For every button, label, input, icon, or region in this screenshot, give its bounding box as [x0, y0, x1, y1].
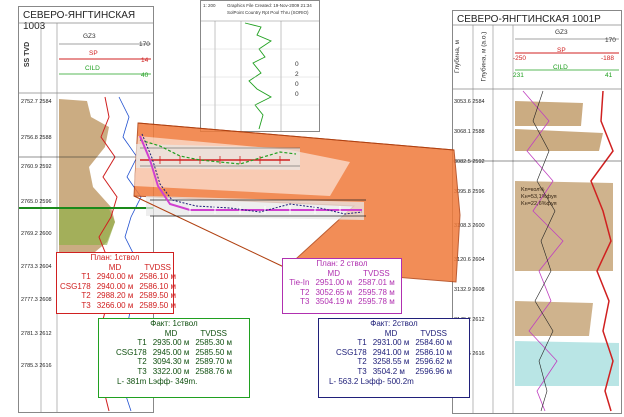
- plan1-header-md: MD: [108, 262, 122, 272]
- fact2-footer: L- 563.2 Lэфф- 500.2m: [329, 376, 414, 386]
- table-row: T2 3094.30 м 2589.70 м: [137, 357, 232, 367]
- plan2-table: MD TVDSS Tie-In 2951.00 м 2587.01 м T2 3052.…: [286, 269, 397, 307]
- table-row: T1 2940.00 м 2586.10 м: [81, 272, 176, 282]
- plan2-box: План: 2 ствол MD TVDSS Tie-In 2951.00 м 258…: [282, 258, 402, 314]
- table-row: CSG178 2941.00 м 2586.10 м: [336, 347, 452, 357]
- fact1-title: Факт: 1ствол: [150, 319, 198, 328]
- fact1-footer: L- 381m Lэфф- 349m.: [117, 376, 198, 386]
- plan1-header-tvdss: TVDSS: [144, 262, 171, 272]
- fact1-header-md: MD: [164, 328, 178, 338]
- plan2-header-tvdss: TVDSS: [363, 268, 390, 278]
- table-row: T3 3266.00 м 2589.50 м: [81, 300, 176, 310]
- plan2-header-md: MD: [327, 268, 340, 278]
- table-row: CSG178 2945.00 м 2585.50 м: [116, 347, 232, 357]
- fact2-header-md: MD: [384, 328, 398, 338]
- table-row: T2 3052.65 м 2595.78 м: [300, 287, 395, 297]
- table-row: T3 3322.00 м 2588.76 м: [137, 366, 232, 376]
- table-row: T1 2931.00 м 2584.60 м: [357, 338, 452, 348]
- fact1-header-tvdss: TVDSS: [200, 328, 227, 338]
- plan2-title: План: 2 ствол: [316, 259, 368, 268]
- table-row: T3 3504.19 м 2595.78 м: [300, 297, 395, 307]
- table-row: T1 2935.00 м 2585.30 м: [137, 338, 232, 348]
- table-row: T2 3258.55 м 2596.62 м: [357, 357, 452, 367]
- table-row: T2 2988.20 м 2589.50 м: [81, 291, 176, 301]
- plan1-table: MD TVDSS T1 2940.00 м 2586.10 м CSG178 2940.…: [57, 263, 179, 311]
- fact2-table: MD TVDSS T1 2931.00 м 2584.60 м CSG178 2941.…: [333, 329, 455, 377]
- table-row: T3 3504.2 м 2596.96 м: [357, 366, 452, 376]
- plan1-title: План: 1ствол: [90, 253, 140, 262]
- fact2-box: Факт: 2ствол MD TVDSS T1 2931.00 м 2584.60 …: [318, 318, 470, 398]
- reservoir-corridor: [133, 122, 461, 283]
- plan1-box: План: 1ствол MD TVDSS T1 2940.00 м 2586.10 …: [56, 252, 176, 314]
- fact2-title: Факт: 2ствол: [370, 319, 418, 328]
- fact1-box: Факт: 1ствол MD TVDSS T1 2935.00 м 2585.30 …: [98, 318, 250, 398]
- fact2-header-tvdss: TVDSS: [420, 328, 447, 338]
- table-row: CSG178 2940.00 м 2586.10 м: [60, 281, 176, 291]
- table-row: Tie-In 2951.00 м 2587.01 м: [289, 278, 395, 288]
- fact1-table: MD TVDSS T1 2935.00 м 2585.30 м CSG178 2945.…: [113, 329, 235, 377]
